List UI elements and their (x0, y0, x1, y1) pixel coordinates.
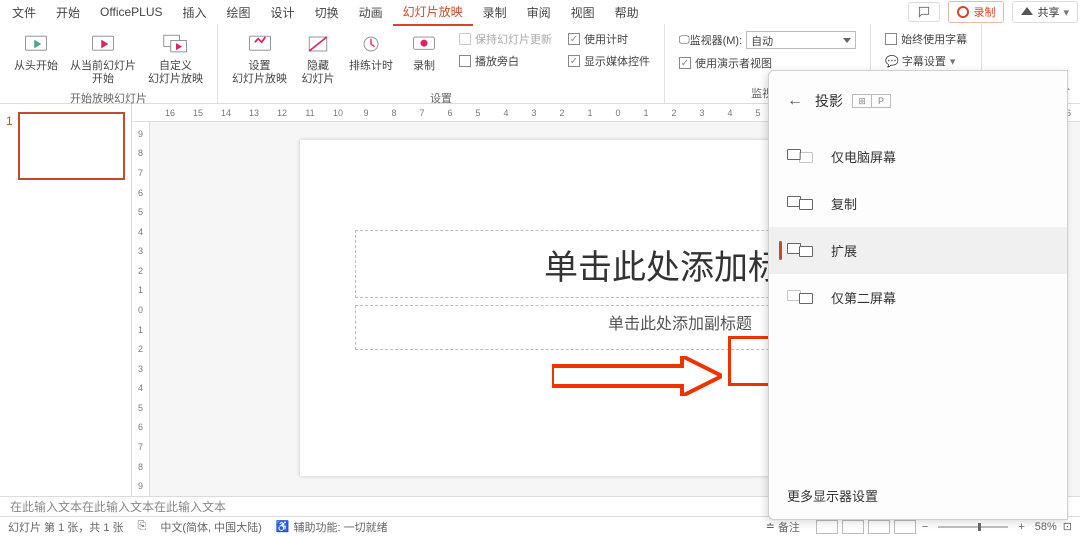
monitor-select[interactable]: 自动 (746, 31, 856, 49)
option-extend[interactable]: 扩展 (769, 227, 1067, 274)
tab-insert[interactable]: 插入 (173, 0, 217, 25)
zoom-level[interactable]: 58% (1035, 521, 1057, 533)
zoom-out-button[interactable]: − (918, 521, 932, 533)
view-slideshow-button[interactable] (894, 520, 916, 534)
language-indicator[interactable]: 中文(简体, 中国大陆) (160, 519, 261, 535)
tab-design[interactable]: 设计 (261, 0, 305, 25)
notes-toggle[interactable]: ≐备注 (766, 519, 800, 535)
custom-slideshow-button[interactable]: 自定义 幻灯片放映 (142, 28, 209, 88)
zoom-in-button[interactable]: + (1014, 521, 1028, 533)
record-slideshow-button[interactable]: 录制 (399, 28, 449, 75)
more-display-settings[interactable]: 更多显示器设置 (787, 486, 878, 505)
spell-check-icon[interactable]: ⎘ (138, 520, 147, 533)
menu-bar: 文件 开始 OfficePLUS 插入 绘图 设计 切换 动画 幻灯片放映 录制… (0, 0, 1080, 24)
always-subtitle-checkbox[interactable]: ✓始终使用字幕 (885, 31, 967, 47)
view-mode-toggle[interactable]: ⊞P (853, 94, 891, 108)
view-sorter-button[interactable] (842, 520, 864, 534)
narration-checkbox[interactable]: ✓播放旁白 (459, 53, 552, 69)
tab-review[interactable]: 审阅 (517, 0, 561, 25)
monitor-select-row: 🖵 监视器(M): 自动 (679, 31, 856, 49)
tab-record[interactable]: 录制 (473, 0, 517, 25)
comments-button[interactable] (908, 2, 940, 22)
tab-home[interactable]: 开始 (46, 0, 90, 25)
tab-file[interactable]: 文件 (2, 0, 46, 25)
zoom-slider[interactable] (938, 526, 1008, 528)
tab-help[interactable]: 帮助 (605, 0, 649, 25)
tab-slideshow[interactable]: 幻灯片放映 (393, 0, 473, 26)
share-button[interactable]: 共享▾ (1012, 1, 1078, 23)
slide-counter: 幻灯片 第 1 张，共 1 张 (8, 519, 124, 535)
subtitle-settings-button[interactable]: 💬字幕设置▾ (885, 53, 955, 69)
project-panel: ← 投影 ⊞P 仅电脑屏幕 复制 扩展 仅第二屏幕 更多显示器设置 (768, 70, 1068, 520)
record-button[interactable]: 录制 (948, 1, 1004, 23)
accessibility-status[interactable]: ♿辅助功能: 一切就绪 (276, 519, 388, 535)
fit-screen-button[interactable]: ⊡ (1063, 520, 1072, 533)
ribbon-group-start: 从头开始 从当前幻灯片 开始 自定义 幻灯片放映 开始放映幻灯片 (0, 24, 218, 103)
option-second-only[interactable]: 仅第二屏幕 (769, 274, 1067, 321)
tab-officeplus[interactable]: OfficePLUS (90, 1, 172, 23)
view-normal-button[interactable] (816, 520, 838, 534)
vertical-ruler: 9876543210123456789 (132, 122, 150, 496)
presenter-view-checkbox[interactable]: ✓使用演示者视图 (679, 55, 772, 71)
use-timer-checkbox[interactable]: ✓使用计时 (568, 31, 650, 47)
from-beginning-button[interactable]: 从头开始 (8, 28, 64, 75)
tab-view[interactable]: 视图 (561, 0, 605, 25)
thumbnail-panel[interactable]: 1 (0, 104, 132, 496)
rehearse-button[interactable]: 排练计时 (343, 28, 399, 75)
ribbon-group-setup: 设置 幻灯片放映 隐藏 幻灯片 排练计时 录制 ✓保持幻灯片更新 ✓播放旁白 ✓… (218, 24, 665, 103)
back-button[interactable]: ← (787, 92, 803, 110)
project-title: 投影 (815, 91, 843, 111)
tab-draw[interactable]: 绘图 (217, 0, 261, 25)
option-duplicate[interactable]: 复制 (769, 180, 1067, 227)
from-current-button[interactable]: 从当前幻灯片 开始 (64, 28, 142, 88)
hide-slide-button[interactable]: 隐藏 幻灯片 (293, 28, 343, 88)
setup-slideshow-button[interactable]: 设置 幻灯片放映 (226, 28, 293, 88)
keep-update-checkbox: ✓保持幻灯片更新 (459, 31, 552, 47)
view-reading-button[interactable] (868, 520, 890, 534)
monitor-icon: 🖵 (679, 34, 690, 47)
tab-transition[interactable]: 切换 (305, 0, 349, 25)
slide-thumbnail-1[interactable]: 1 (6, 112, 125, 180)
media-controls-checkbox[interactable]: ✓显示媒体控件 (568, 53, 650, 69)
tab-animation[interactable]: 动画 (349, 0, 393, 25)
option-pc-only[interactable]: 仅电脑屏幕 (769, 133, 1067, 180)
